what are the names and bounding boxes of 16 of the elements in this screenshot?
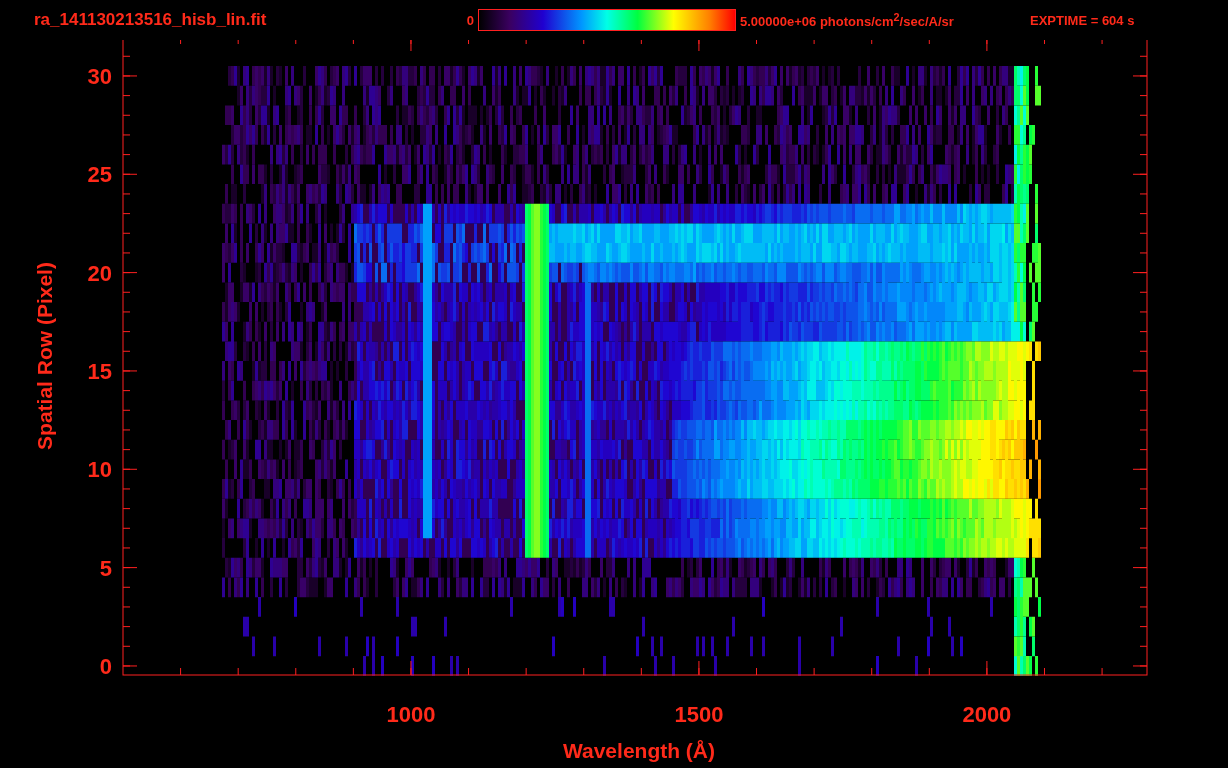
x-axis-title: Wavelength (Å) [562,739,716,762]
y-tick-label: 20 [87,260,112,286]
y-tick-label: 25 [87,162,112,188]
x-tick-label: 2000 [962,702,1012,727]
file-title: ra_141130213516_hisb_lin.fit [34,10,268,30]
exposure-label: EXPTIME = 604 s [1030,12,1135,28]
x-tick-label: 1500 [674,702,724,727]
y-tick-label: 10 [87,457,112,483]
y-axis-title: Spatial Row (Pixel) [33,262,56,450]
colorbar-max-label: 5.00000e+06 photons/cm$^{2}$/sec/A/sr [740,10,955,30]
y-tick-label: 30 [87,63,112,89]
y-tick-label: 5 [99,555,112,581]
x-tick-label: 1000 [386,702,436,727]
colorbar-min-label: 0 [465,12,474,28]
y-tick-label: 15 [87,358,112,384]
y-tick-label: 0 [99,653,112,679]
